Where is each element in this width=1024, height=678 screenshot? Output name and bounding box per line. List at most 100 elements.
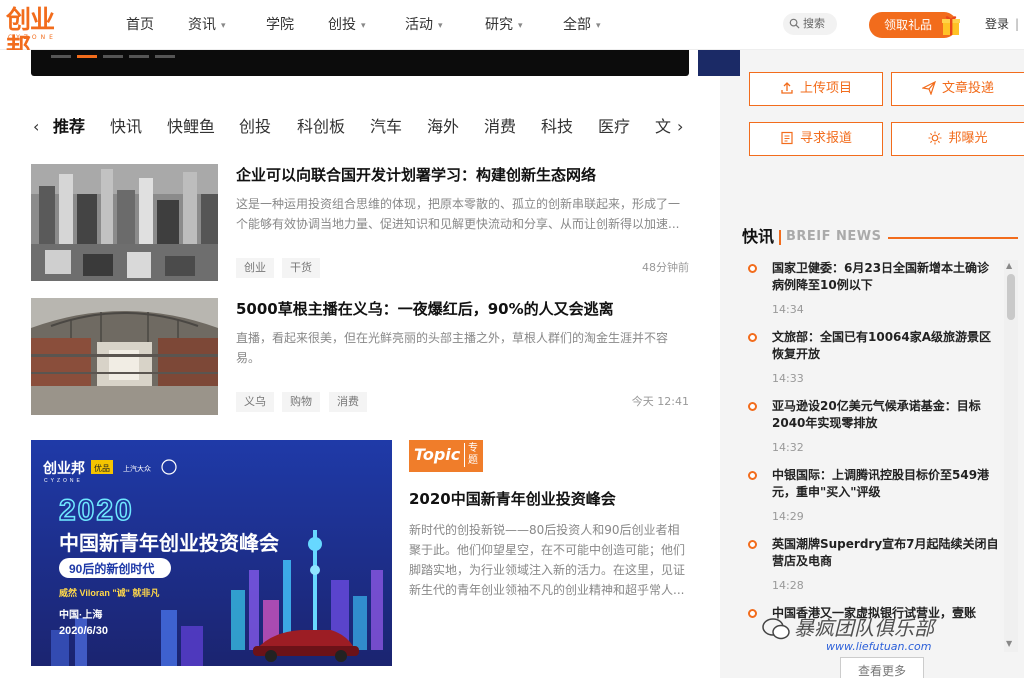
timeline-dot-icon — [748, 609, 757, 618]
scroll-up-arrow-icon[interactable]: ▲ — [1006, 261, 1012, 271]
article-thumbnail-mall[interactable] — [31, 298, 218, 415]
carousel-dot[interactable] — [103, 55, 123, 58]
news-title[interactable]: 国家卫健委：6月23日全国新增本土确诊病例降至10例以下 — [772, 260, 1000, 294]
right-sidebar: 上传项目 文章投递 寻求报道 邦曝光 快讯 BREIF NEWS 国家卫健委：6… — [698, 50, 1024, 678]
news-time: 14:32 — [772, 441, 804, 454]
nav-item-news[interactable]: 资讯 ▾ — [188, 15, 226, 36]
topic-title[interactable]: 2020中国新青年创业投资峰会 — [409, 488, 616, 510]
scroll-thumb[interactable] — [1007, 274, 1015, 320]
news-title[interactable]: 英国潮牌Superdry宣布7月起陆续关闭自营店及电商 — [772, 536, 1000, 570]
flash-news-subtitle: BREIF NEWS — [786, 229, 882, 244]
nav-item-research[interactable]: 研究 ▾ — [485, 15, 523, 36]
nav-label: 首页 — [126, 17, 154, 33]
news-scrollbar[interactable]: ▲ ▼ — [1004, 260, 1018, 652]
upload-icon — [781, 82, 793, 94]
article-card[interactable]: 5000草根主播在义乌：一夜爆红后，90%的人又会逃离 直播，看起来很美，但在光… — [31, 298, 689, 415]
article-time: 48分钟前 — [642, 261, 689, 274]
hero-carousel[interactable] — [31, 50, 689, 76]
login-link[interactable]: 登录 — [985, 15, 1009, 33]
site-logo[interactable]: 创业邦 CYZONE — [6, 6, 76, 62]
flash-news-divider — [779, 230, 781, 245]
article-card[interactable]: 企业可以向联合国开发计划署学习：构建创新生态网络 这是一种运用投资组合思维的体现… — [31, 164, 689, 281]
topic-summary: 新时代的创投新锐——80后投资人和90后创业者相聚于此。他们仰望星空，在不可能中… — [409, 523, 686, 597]
article-thumbnail-city[interactable] — [31, 164, 218, 281]
nav-item-events[interactable]: 活动 ▾ — [405, 15, 443, 36]
watermark-overlay: 暴疯团队俱乐部 www.liefutuan.com — [760, 614, 1010, 654]
poster-brand-sub: CYZONE — [44, 478, 83, 484]
carousel-dot[interactable] — [51, 55, 71, 58]
news-time: 14:33 — [772, 372, 804, 385]
submit-article-button[interactable]: 文章投递 — [891, 72, 1024, 106]
tab-recommended[interactable]: 推荐 — [53, 116, 85, 138]
poster-brand: 创业邦 — [42, 460, 85, 476]
tab-consumer[interactable]: 消费 — [484, 116, 516, 138]
sidebar-ad-strip[interactable] — [698, 50, 740, 76]
nav-label: 创投 — [328, 17, 356, 33]
carousel-dot[interactable] — [129, 55, 149, 58]
tab-flash[interactable]: 快讯 — [110, 116, 142, 138]
article-title[interactable]: 5000草根主播在义乌：一夜爆红后，90%的人又会逃离 — [236, 298, 614, 320]
upload-project-button[interactable]: 上传项目 — [749, 72, 883, 106]
gift-button-label: 领取礼品 — [883, 18, 932, 32]
bang-exposure-button[interactable]: 邦曝光 — [891, 122, 1024, 156]
page: 创业邦 CYZONE 首页 资讯 ▾ 学院 创投 ▾ 活动 ▾ 研究 ▾ 全部 ▾ 搜索 … — [0, 0, 1024, 678]
document-icon — [781, 131, 793, 145]
chevron-down-icon: ▾ — [361, 21, 366, 31]
tab-auto[interactable]: 汽车 — [370, 116, 402, 138]
topic-badge: Topic 专题 — [409, 440, 483, 472]
topic-badge-zh: 专题 — [464, 443, 478, 467]
news-title[interactable]: 中银国际：上调腾讯控股目标价至549港元，重申"买入"评级 — [772, 467, 1000, 501]
article-tag[interactable]: 干货 — [282, 258, 320, 278]
article-tag[interactable]: 义乌 — [236, 392, 274, 412]
flash-news-rule — [888, 237, 1018, 239]
chat-bubble-icon — [762, 618, 790, 640]
poster-slogan: 威然 Viloran "诚" 就非凡 — [59, 587, 159, 598]
news-title[interactable]: 文旅部：全国已有10064家A级旅游景区恢复开放 — [772, 329, 1000, 363]
watermark-text: 暴疯团队俱乐部 — [794, 616, 934, 640]
tab-venture[interactable]: 创投 — [239, 116, 271, 138]
view-more-button[interactable]: 查看更多 — [840, 657, 924, 678]
logo-subtext: CYZONE — [8, 34, 57, 41]
main-content: ‹ 推荐 快讯 快鲤鱼 创投 科创板 汽车 海外 消费 科技 医疗 文 › 企业… — [0, 50, 720, 678]
carousel-dot[interactable] — [155, 55, 175, 58]
top-header: 创业邦 CYZONE 首页 资讯 ▾ 学院 创投 ▾ 活动 ▾ 研究 ▾ 全部 ▾ 搜索 … — [0, 0, 1024, 62]
article-title[interactable]: 企业可以向联合国开发计划署学习：构建创新生态网络 — [236, 164, 596, 186]
channel-prev-arrow-icon[interactable]: ‹ — [33, 116, 39, 138]
article-tag[interactable]: 消费 — [329, 392, 367, 412]
nav-item-venture[interactable]: 创投 ▾ — [328, 15, 366, 36]
nav-label: 活动 — [405, 17, 433, 33]
nav-item-home[interactable]: 首页 — [126, 15, 154, 35]
seek-coverage-button[interactable]: 寻求报道 — [749, 122, 883, 156]
tab-medical[interactable]: 医疗 — [598, 116, 630, 138]
nav-item-all[interactable]: 全部 ▾ — [563, 15, 601, 36]
tab-kuailiyu[interactable]: 快鲤鱼 — [167, 116, 215, 138]
nav-item-academy[interactable]: 学院 — [266, 15, 294, 35]
tab-overseas[interactable]: 海外 — [427, 116, 459, 138]
flash-news-title: 快讯 — [742, 227, 775, 246]
article-time: 今天 12:41 — [631, 395, 689, 408]
news-time: 14:34 — [772, 303, 804, 316]
poster-year: 2020 — [59, 494, 134, 527]
tab-tech[interactable]: 科技 — [541, 116, 573, 138]
poster-sponsor-1: 优品 — [94, 463, 110, 473]
article-tag[interactable]: 创业 — [236, 258, 274, 278]
topic-badge-word: Topic — [414, 445, 461, 464]
tab-culture[interactable]: 文 — [655, 116, 671, 138]
search-button[interactable]: 搜索 — [783, 13, 837, 35]
mall-interior-image — [31, 298, 218, 415]
nav-label: 全部 — [563, 17, 591, 33]
carousel-dot-active[interactable] — [77, 55, 97, 58]
timeline-dot-icon — [748, 402, 757, 411]
channel-next-arrow-icon[interactable]: › — [677, 116, 683, 138]
claim-gift-button[interactable]: 领取礼品 — [869, 12, 960, 38]
flash-news-header: 快讯 BREIF NEWS — [740, 226, 1024, 250]
search-label: 搜索 — [803, 17, 825, 30]
article-tag[interactable]: 购物 — [282, 392, 320, 412]
timeline-dot-icon — [748, 471, 757, 480]
tab-star-market[interactable]: 科创板 — [297, 116, 345, 138]
chevron-down-icon: ▾ — [221, 21, 226, 31]
topic-banner-image[interactable]: 创业邦 CYZONE 优品 上汽大众 2020 中国新青年创业投资峰会 90后的… — [31, 440, 392, 666]
article-summary: 这是一种运用投资组合思维的体现，把原本零散的、孤立的创新串联起来，形成了一个能够… — [236, 197, 681, 231]
news-title[interactable]: 亚马逊设20亿美元气候承诺基金：目标2040年实现零排放 — [772, 398, 1000, 432]
poster-headline: 中国新青年创业投资峰会 — [59, 531, 279, 555]
